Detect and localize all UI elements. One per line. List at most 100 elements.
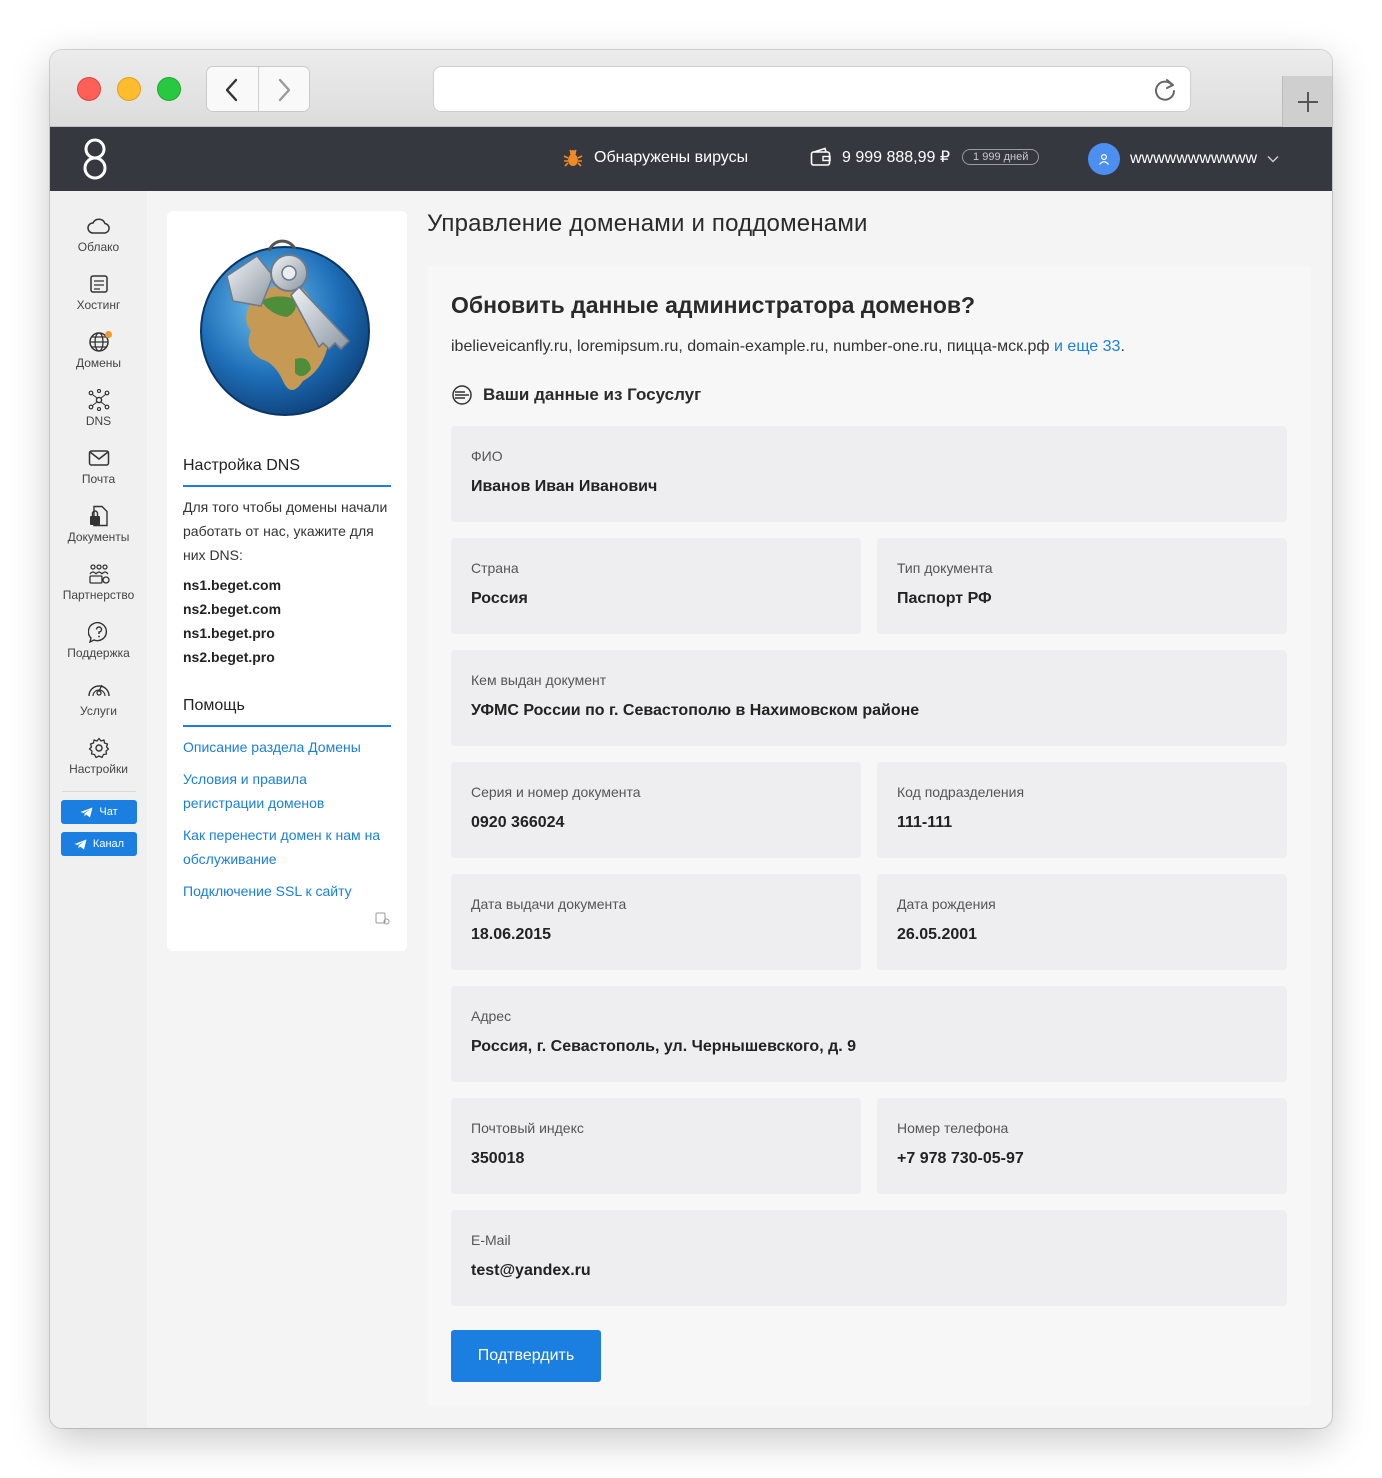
- avatar: [1088, 143, 1120, 175]
- sidebar-nav: Облако Хостинг Домены DNS Почта Документ…: [50, 191, 147, 1428]
- sidebar-item-label: Хостинг: [76, 298, 121, 312]
- dns-info-card: Настройка DNS Для того чтобы домены нача…: [167, 211, 407, 951]
- chevron-right-icon: [278, 78, 291, 102]
- field-label: Серия и номер документа: [471, 784, 641, 800]
- services-icon: [87, 684, 110, 697]
- sidebar-item-label: Облако: [77, 240, 120, 254]
- plus-icon: [1297, 91, 1318, 112]
- domains-list-text: ibelieveicanfly.ru, loremipsum.ru, domai…: [451, 338, 1050, 355]
- sidebar-item-domains[interactable]: Домены: [50, 331, 147, 370]
- help-section-title: Помощь: [183, 697, 245, 714]
- user-menu[interactable]: wwwwwwwwwww: [1088, 143, 1279, 175]
- sidebar-divider: [62, 791, 136, 792]
- field-value: Иванов Иван Иванович: [471, 478, 658, 495]
- field-value: 111-111: [897, 814, 953, 831]
- field-department-code: Код подразделения 111-111: [877, 762, 1287, 858]
- bug-icon: [563, 149, 583, 167]
- page-title: Управление доменами и поддоменами: [427, 210, 868, 237]
- field-label: E-Mail: [471, 1232, 511, 1248]
- telegram-icon: [74, 839, 87, 849]
- field-document-number: Серия и номер документа 0920 366024: [451, 762, 861, 858]
- chevron-left-icon: [226, 78, 238, 102]
- sidebar-item-dns[interactable]: DNS: [50, 389, 147, 428]
- field-issue-date: Дата выдачи документа 18.06.2015: [451, 874, 861, 970]
- field-value: Россия, г. Севастополь, ул. Чернышевског…: [471, 1038, 857, 1055]
- sidebar-item-mail[interactable]: Почта: [50, 447, 147, 486]
- notification-dot: [105, 331, 112, 338]
- sidebar-item-support[interactable]: Поддержка: [50, 621, 147, 660]
- field-label: Почтовый индекс: [471, 1120, 584, 1136]
- field-value: Паспорт РФ: [897, 590, 992, 607]
- sidebar-item-documents[interactable]: Документы: [50, 505, 147, 544]
- help-link-domains-overview[interactable]: Описание раздела Домены: [183, 735, 393, 759]
- field-birth-date: Дата рождения 26.05.2001: [877, 874, 1287, 970]
- field-label: Страна: [471, 560, 519, 576]
- sidebar-item-services[interactable]: Услуги: [50, 679, 147, 718]
- app-header: Обнаружены вирусы 9 999 888,99 ₽ 1 999 д…: [50, 127, 1332, 191]
- document-icon: [89, 505, 108, 527]
- field-label: Адрес: [471, 1008, 512, 1024]
- help-link-ssl[interactable]: Подключение SSL к сайту: [183, 879, 393, 903]
- nameserver-4: ns2.beget.pro: [183, 649, 275, 665]
- server-icon: [89, 275, 108, 293]
- balance[interactable]: 9 999 888,99 ₽ 1 999 дней: [810, 147, 1040, 167]
- nameserver-1: ns1.beget.com: [183, 577, 282, 593]
- close-window-button[interactable]: [77, 77, 101, 101]
- field-value: 26.05.2001: [897, 926, 978, 943]
- sidebar-item-settings[interactable]: Настройки: [50, 737, 147, 776]
- sidebar-item-label: Партнерство: [62, 588, 135, 602]
- sidebar-item-hosting[interactable]: Хостинг: [50, 273, 147, 312]
- telegram-icon: [80, 807, 93, 817]
- network-icon: [88, 389, 109, 411]
- field-issuer: Кем выдан документ УФМС России по г. Сев…: [451, 650, 1287, 746]
- field-label: Кем выдан документ: [471, 672, 607, 688]
- field-value: Россия: [471, 590, 528, 607]
- sidebar-item-partners[interactable]: Партнерство: [50, 563, 147, 602]
- new-tab-button[interactable]: [1282, 76, 1332, 127]
- dns-section-underline: [183, 485, 391, 487]
- gosuslugi-icon: [452, 385, 472, 405]
- confirm-button[interactable]: Подтвердить: [451, 1330, 601, 1382]
- field-label: Дата выдачи документа: [471, 896, 627, 912]
- field-value: 0920 366024: [471, 814, 565, 831]
- reload-icon[interactable]: [1152, 77, 1178, 103]
- chat-label: Чат: [99, 806, 118, 818]
- chevron-down-icon: [1267, 155, 1279, 163]
- partners-icon: [88, 564, 110, 584]
- field-address: Адрес Россия, г. Севастополь, ул. Черныш…: [451, 986, 1287, 1082]
- minimize-window-button[interactable]: [117, 77, 141, 101]
- cloud-icon: [86, 218, 110, 234]
- domains-list: ibelieveicanfly.ru, loremipsum.ru, domai…: [451, 338, 1125, 356]
- wallet-icon: [810, 147, 831, 166]
- field-country: Страна Россия: [451, 538, 861, 634]
- sidebar-item-label: Настройки: [69, 762, 128, 776]
- forward-button[interactable]: [257, 67, 309, 111]
- domains-list-period: .: [1120, 338, 1125, 355]
- help-link-transfer-domain[interactable]: Как перенести домен к нам на обслуживани…: [183, 823, 388, 871]
- telegram-channel-button[interactable]: Канал: [61, 832, 137, 856]
- gosuslugi-title: Ваши данные из Госуслуг: [483, 385, 702, 404]
- back-button[interactable]: [207, 67, 258, 111]
- channel-label: Канал: [92, 838, 125, 850]
- address-bar[interactable]: [433, 66, 1191, 112]
- nameserver-2: ns2.beget.com: [183, 601, 282, 617]
- field-label: Дата рождения: [897, 896, 996, 912]
- virus-alert[interactable]: Обнаружены вирусы: [562, 147, 748, 169]
- gosuslugi-heading: Ваши данные из Госуслуг: [451, 384, 701, 406]
- mail-icon: [88, 450, 109, 466]
- field-value: 18.06.2015: [471, 926, 552, 943]
- more-domains-link[interactable]: и еще 33: [1054, 338, 1120, 355]
- globe-with-keys-illustration: [200, 239, 370, 416]
- sidebar-item-label: Домены: [75, 356, 122, 370]
- settings-icon[interactable]: [375, 912, 391, 926]
- beget-logo[interactable]: [80, 137, 110, 181]
- field-value: УФМС России по г. Севастополю в Нахимовс…: [471, 702, 920, 719]
- field-label: ФИО: [471, 448, 503, 464]
- sidebar-item-cloud[interactable]: Облако: [50, 215, 147, 254]
- help-link-registration-rules[interactable]: Условия и правила регистрации доменов: [183, 767, 353, 815]
- sidebar-item-label: Поддержка: [67, 646, 130, 660]
- telegram-chat-button[interactable]: Чат: [61, 800, 137, 824]
- maximize-window-button[interactable]: [157, 77, 181, 101]
- history-nav: [206, 66, 310, 112]
- sidebar-item-label: DNS: [85, 414, 112, 428]
